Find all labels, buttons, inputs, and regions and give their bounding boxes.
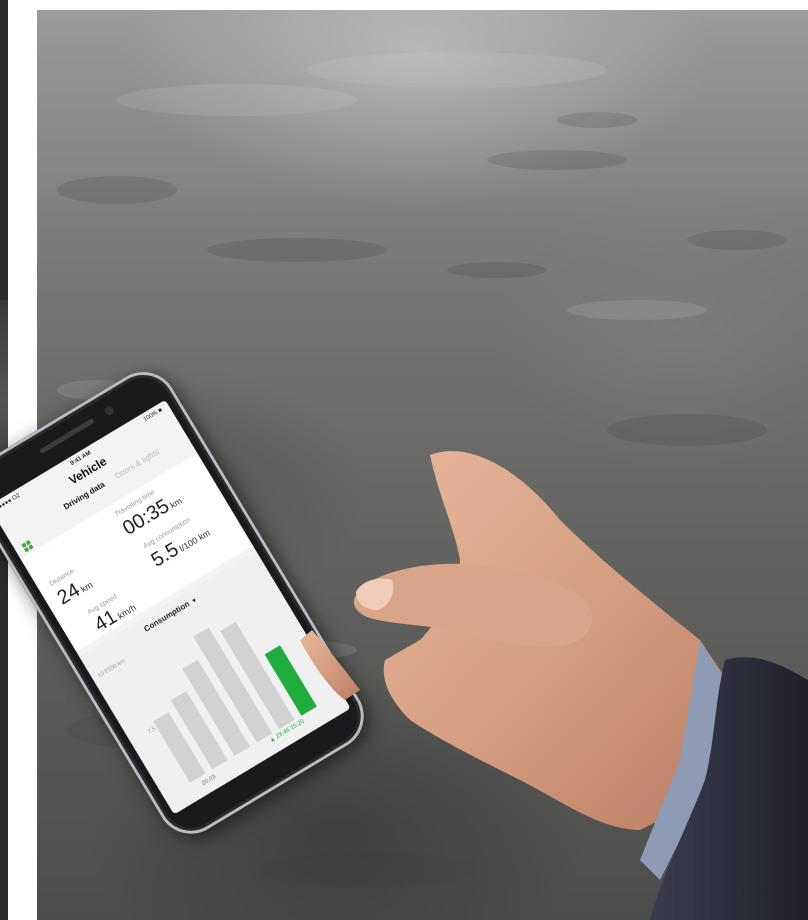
back-finger — [300, 630, 360, 700]
phone-scene: ●●●● O2 9:41 AM 100% ■ Vehicle Driving d… — [0, 0, 808, 920]
hand-illustration — [300, 451, 808, 920]
